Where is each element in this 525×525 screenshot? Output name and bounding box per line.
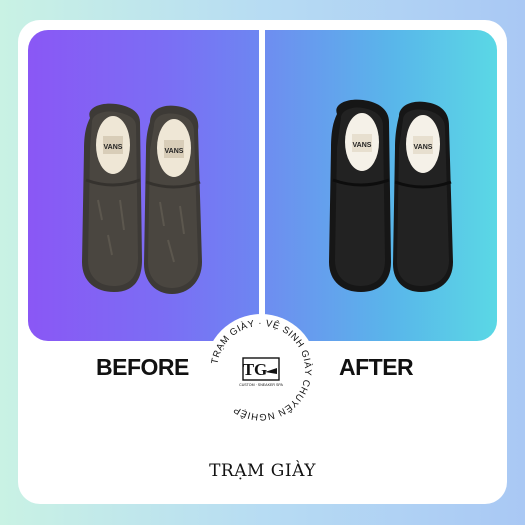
tongue-label: VANS	[353, 142, 372, 149]
after-panel: VANS VANS	[265, 30, 497, 341]
tongue-label: VANS	[414, 144, 433, 151]
promo-card: VANS VANS VANS VANS BEFORE AFTER TRẠM GI…	[18, 20, 507, 504]
clean-right-shoe: VANS	[393, 101, 453, 293]
clean-shoes-image: VANS VANS	[329, 99, 453, 293]
logo-monogram: TG	[243, 360, 268, 379]
after-label: AFTER	[339, 354, 414, 380]
dirty-shoes-image: VANS VANS	[82, 103, 202, 294]
before-label: BEFORE	[96, 354, 189, 380]
logo-tagline: CUSTOM · SNEAKER SPA	[239, 383, 283, 387]
before-panel: VANS VANS	[28, 30, 259, 341]
dirty-right-shoe: VANS	[144, 105, 202, 294]
clean-left-shoe: VANS	[329, 99, 391, 293]
dirty-left-shoe: VANS	[82, 103, 142, 293]
tram-giay-logo: TRẠM GIÀY · VỆ SINH GIÀY CHUYÊN NGHIỆP T…	[205, 314, 317, 426]
footer-brand: TRẠM GIÀY	[209, 461, 316, 481]
tongue-label: VANS	[165, 148, 184, 155]
tongue-label: VANS	[104, 144, 123, 151]
